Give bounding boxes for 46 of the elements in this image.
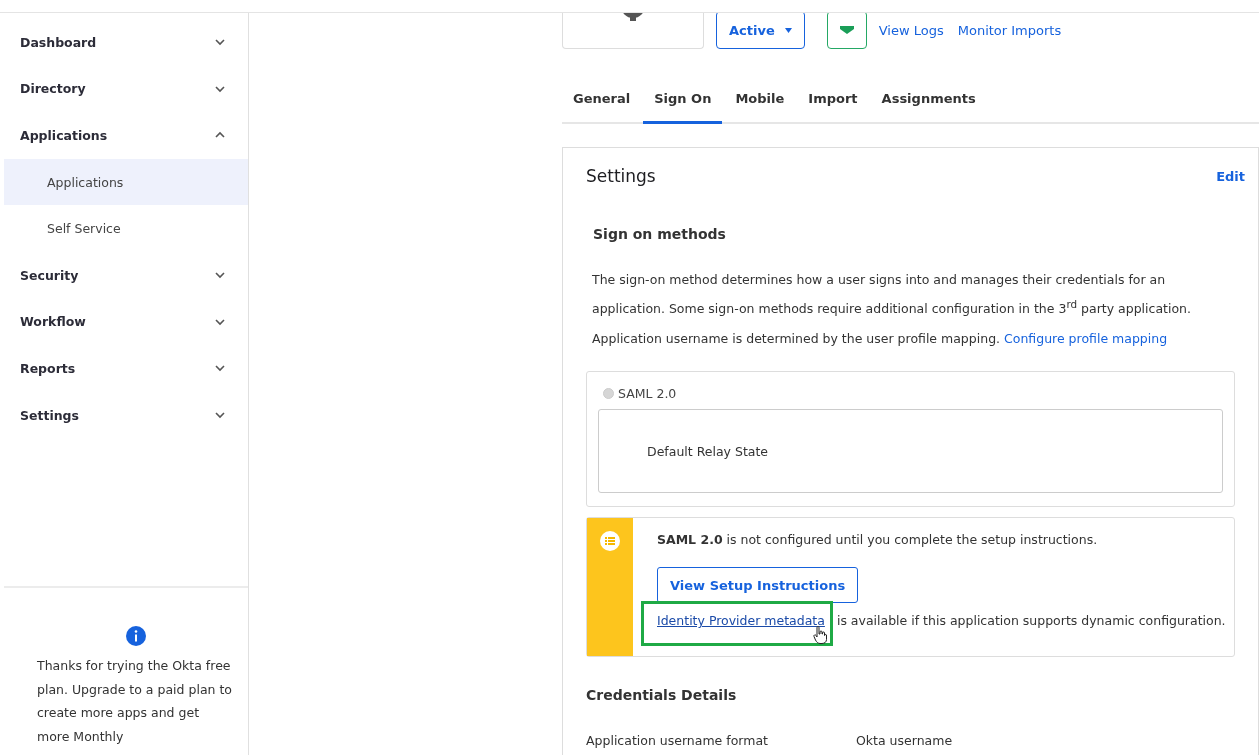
metadata-link[interactable]: Identity Provider metadata xyxy=(657,613,825,629)
chevron-icon xyxy=(214,84,226,93)
mapping-text: Application username is determined by the user profile mapping. Configure profile mapping xyxy=(592,331,1169,347)
caret-icon xyxy=(784,27,792,33)
header-link[interactable]: View Logs xyxy=(878,22,944,38)
field-value: Okta username xyxy=(856,733,953,749)
notice-message: SAML 2.0 is not configured until you complete the setup instructions. xyxy=(657,532,1099,548)
chevron-icon xyxy=(214,271,226,280)
edit-link[interactable]: Edit xyxy=(1216,168,1245,184)
tab[interactable]: Mobile xyxy=(724,75,796,124)
relay-state-label: Default Relay State xyxy=(647,443,769,459)
hand-cursor-icon xyxy=(812,626,827,645)
chevron-icon xyxy=(214,317,226,326)
radio-button[interactable] xyxy=(603,388,614,400)
nav-item[interactable]: Security xyxy=(0,251,248,299)
field-label: Application username format xyxy=(586,733,769,749)
info-icon xyxy=(125,626,146,646)
nav-item[interactable]: Reports xyxy=(0,345,248,392)
chevron-icon xyxy=(214,364,226,373)
header-link[interactable]: Monitor Imports xyxy=(957,22,1062,38)
nav-item[interactable]: Dashboard xyxy=(0,19,248,66)
status-dropdown[interactable]: Active xyxy=(716,13,805,49)
profile-mapping-link[interactable]: Configure profile mapping xyxy=(1004,331,1168,347)
radio-label: SAML 2.0 xyxy=(618,386,677,402)
section-title: Credentials Details xyxy=(586,687,738,704)
description-text: The sign-on method determines how a user signs into and manages their credentials for an application. Some sign-on methods require additional configuration in the 3$^{rd}$ party application. xyxy=(592,271,1192,319)
chevron-icon xyxy=(214,411,226,420)
card-title: Settings xyxy=(586,166,656,186)
nav-item[interactable]: Directory xyxy=(0,65,248,113)
nav-subitem[interactable]: Applications xyxy=(4,158,248,206)
promo-text: Thanks for trying the Okta free plan. Upgrade to a paid plan to create more apps and get more Monthly xyxy=(37,657,233,746)
list-icon xyxy=(600,531,620,552)
nav-item[interactable]: Applications xyxy=(0,112,248,159)
tab[interactable]: Import xyxy=(797,75,869,124)
chevron-icon xyxy=(214,131,226,140)
nav-subitem[interactable]: Self Service xyxy=(4,205,248,252)
setup-instructions-button[interactable]: View Setup Instructions xyxy=(657,567,859,604)
nav-item[interactable]: Settings xyxy=(0,391,248,439)
nav-item[interactable]: Workflow xyxy=(0,298,248,346)
metadata-text: is available if this application supports dynamic configuration. xyxy=(836,613,1226,629)
tab[interactable]: Assignments xyxy=(870,75,987,124)
tab[interactable]: Sign On xyxy=(643,75,723,124)
tab[interactable]: General xyxy=(562,75,642,124)
gem-icon xyxy=(839,26,854,34)
chevron-icon xyxy=(214,38,226,47)
section-title: Sign on methods xyxy=(593,226,727,242)
